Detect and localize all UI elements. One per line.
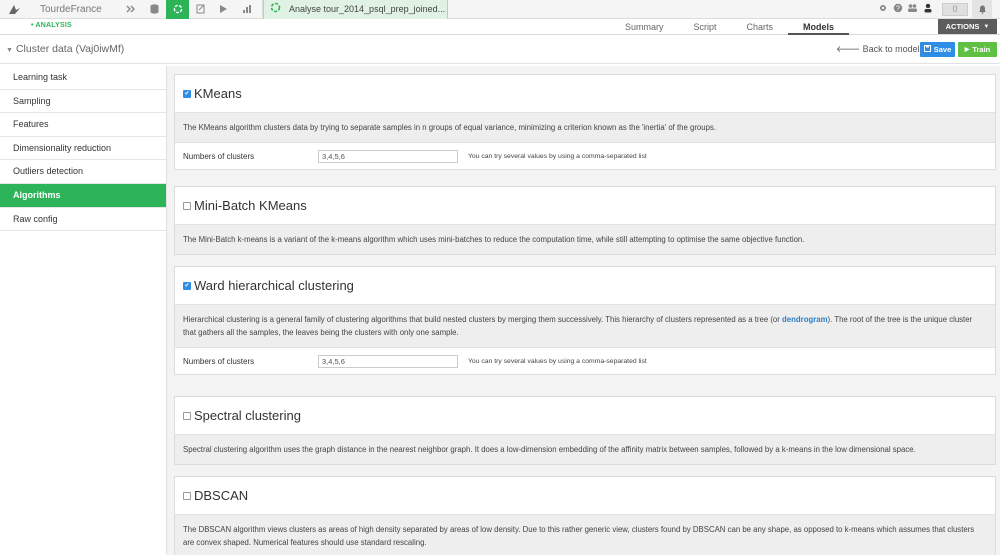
algorithm-title: Mini-Batch KMeans bbox=[194, 198, 307, 213]
algorithm-description: Spectral clustering algorithm uses the g… bbox=[175, 434, 995, 464]
project-name[interactable]: TourdeFrance bbox=[28, 4, 120, 15]
notification-count[interactable]: 0 bbox=[942, 2, 968, 16]
model-title-text: Cluster data (Vaj0iwMf) bbox=[15, 43, 125, 55]
sidebar-item-learning-task[interactable]: Learning task bbox=[0, 66, 166, 90]
model-title[interactable]: ▼ Cluster data (Vaj0iwMf) bbox=[6, 43, 124, 55]
svg-text:?: ? bbox=[896, 5, 900, 12]
caret-down-icon: ▼ bbox=[983, 23, 990, 30]
top-nav-bar: TourdeFrance Analyse tour_2014_psql_prep… bbox=[0, 0, 1000, 19]
algorithm-title: KMeans bbox=[194, 86, 242, 101]
model-header-bar: ▼ Cluster data (Vaj0iwMf) 🡐 Back to model… bbox=[0, 36, 1000, 64]
actions-label: ACTIONS bbox=[945, 22, 980, 31]
algorithm-description: The DBSCAN algorithm views clusters as a… bbox=[175, 514, 995, 555]
algorithm-card-spectral: Spectral clustering Spectral clustering … bbox=[174, 396, 996, 465]
algorithms-panel: ✔ KMeans The KMeans algorithm clusters d… bbox=[167, 66, 1000, 555]
tab-summary[interactable]: Summary bbox=[610, 19, 679, 35]
gear-icon[interactable] bbox=[876, 3, 889, 16]
analysis-icon bbox=[270, 2, 281, 16]
algorithm-card-kmeans: ✔ KMeans The KMeans algorithm clusters d… bbox=[174, 74, 996, 170]
algorithm-card-mini-batch-kmeans: Mini-Batch KMeans The Mini-Batch k-means… bbox=[174, 186, 996, 255]
checkbox-checked-icon[interactable]: ✔ bbox=[183, 89, 191, 98]
actions-button[interactable]: ACTIONS ▼ bbox=[938, 19, 997, 34]
save-label: Save bbox=[933, 45, 952, 54]
tab-models[interactable]: Models bbox=[788, 19, 850, 35]
algorithm-header[interactable]: Spectral clustering bbox=[175, 397, 995, 434]
description-text: Hierarchical clustering is a general fam… bbox=[183, 315, 783, 324]
analysis-sub-bar: • ANALYSIS Summary Script Charts Models … bbox=[0, 19, 1000, 35]
algorithm-title: Spectral clustering bbox=[194, 408, 301, 423]
help-icon[interactable]: ? bbox=[891, 3, 904, 16]
checkbox-unchecked-icon[interactable] bbox=[183, 491, 191, 500]
checkbox-checked-icon[interactable]: ✔ bbox=[183, 281, 191, 290]
sidebar-item-dimensionality-reduction[interactable]: Dimensionality reduction bbox=[0, 137, 166, 161]
chart-icon[interactable] bbox=[235, 0, 258, 19]
algorithm-description: The Mini-Batch k-means is a variant of t… bbox=[175, 224, 995, 254]
algorithm-title: DBSCAN bbox=[194, 488, 249, 503]
sidebar-item-features[interactable]: Features bbox=[0, 113, 166, 137]
tab-script[interactable]: Script bbox=[679, 19, 732, 35]
play-icon: ▶ bbox=[964, 47, 970, 53]
algorithm-description: The KMeans algorithm clusters data by tr… bbox=[175, 112, 995, 142]
algorithm-header[interactable]: DBSCAN bbox=[175, 477, 995, 514]
dendrogram-link[interactable]: dendrogram bbox=[782, 315, 828, 324]
sidebar-item-sampling[interactable]: Sampling bbox=[0, 90, 166, 114]
clusters-input[interactable] bbox=[318, 354, 458, 368]
topbar-right-tools: ? 0 bbox=[874, 0, 1000, 19]
checkbox-unchecked-icon[interactable] bbox=[183, 201, 191, 210]
param-hint: You can try several values by using a co… bbox=[468, 152, 647, 160]
train-label: Train bbox=[972, 45, 991, 54]
param-row: Numbers of clusters You can try several … bbox=[175, 142, 995, 169]
sidebar-item-outliers-detection[interactable]: Outliers detection bbox=[0, 160, 166, 184]
param-label: Numbers of clusters bbox=[183, 151, 255, 161]
clusters-input[interactable] bbox=[318, 149, 458, 163]
algorithm-header[interactable]: ✔ Ward hierarchical clustering bbox=[175, 267, 995, 304]
save-icon bbox=[923, 45, 931, 54]
analysis-tabs: Summary Script Charts Models bbox=[610, 19, 850, 35]
analysis-tab[interactable]: Analyse tour_2014_psql_prep_joined... bbox=[263, 0, 448, 19]
bird-logo-icon[interactable] bbox=[0, 0, 28, 19]
caret-down-icon: ▼ bbox=[6, 47, 13, 54]
param-label: Numbers of clusters bbox=[183, 356, 255, 366]
users-icon[interactable] bbox=[906, 3, 919, 16]
sidebar-item-raw-config[interactable]: Raw config bbox=[0, 208, 166, 232]
notebook-icon[interactable] bbox=[189, 0, 212, 19]
analysis-label: • ANALYSIS bbox=[31, 22, 72, 29]
param-hint: You can try several values by using a co… bbox=[468, 357, 647, 365]
param-row: Numbers of clusters You can try several … bbox=[175, 347, 995, 374]
settings-sidebar: Learning task Sampling Features Dimensio… bbox=[0, 66, 167, 555]
analysis-icon[interactable] bbox=[166, 0, 189, 19]
save-button[interactable]: Save bbox=[920, 42, 955, 57]
flow-icon[interactable] bbox=[120, 0, 143, 19]
algorithm-description: Hierarchical clustering is a general fam… bbox=[175, 304, 995, 347]
checkbox-unchecked-icon[interactable] bbox=[183, 411, 191, 420]
algorithm-header[interactable]: ✔ KMeans bbox=[175, 75, 995, 112]
arrow-left-icon: 🡐 bbox=[836, 44, 861, 54]
algorithm-title: Ward hierarchical clustering bbox=[194, 278, 354, 293]
analysis-tab-label: Analyse tour_2014_psql_prep_joined... bbox=[289, 4, 446, 14]
bell-icon[interactable] bbox=[972, 0, 992, 19]
run-icon[interactable] bbox=[212, 0, 235, 19]
sidebar-item-algorithms[interactable]: Algorithms bbox=[0, 183, 166, 208]
tab-charts[interactable]: Charts bbox=[732, 19, 789, 35]
algorithm-header[interactable]: Mini-Batch KMeans bbox=[175, 187, 995, 224]
algorithm-card-ward: ✔ Ward hierarchical clustering Hierarchi… bbox=[174, 266, 996, 375]
database-icon[interactable] bbox=[143, 0, 166, 19]
algorithm-card-dbscan: DBSCAN The DBSCAN algorithm views cluste… bbox=[174, 476, 996, 555]
user-icon[interactable] bbox=[921, 3, 934, 16]
train-button[interactable]: ▶ Train bbox=[958, 42, 997, 57]
